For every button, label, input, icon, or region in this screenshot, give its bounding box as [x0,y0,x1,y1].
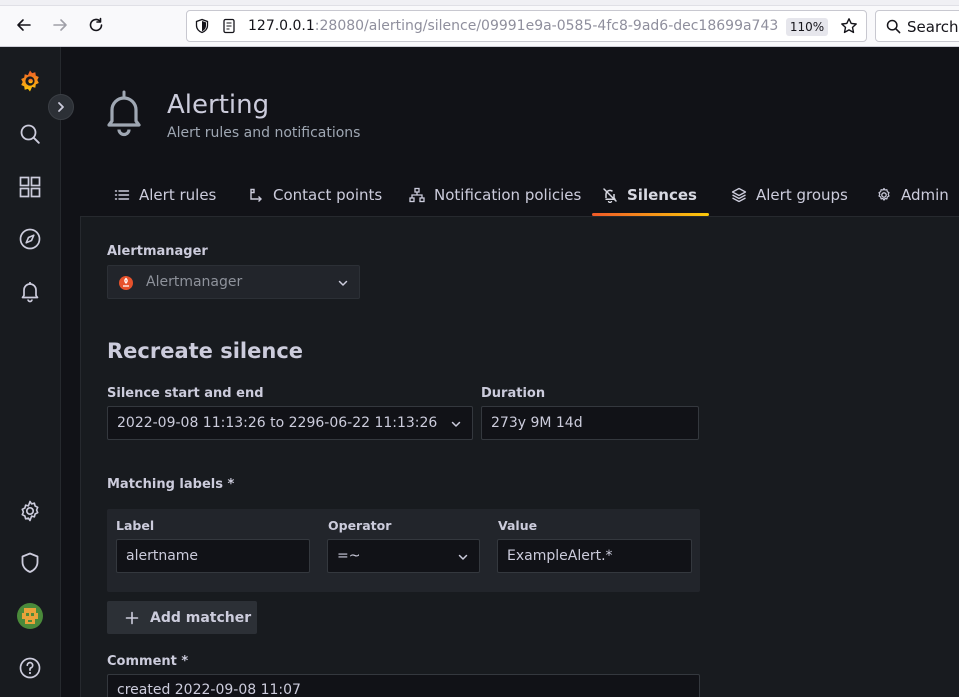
forward-arrow-icon [53,19,67,31]
reload-icon [89,17,103,32]
alerting-bell-icon [21,282,39,303]
bookmark-star-icon[interactable] [840,17,858,35]
tracking-shield-icon[interactable] [194,18,210,34]
start-end-label: Silence start and end [107,386,264,401]
matcher-value-input[interactable]: ExampleAlert.* [497,539,692,573]
zoom-level-badge[interactable]: 110% [786,18,828,36]
tab-silences[interactable]: Silences [592,179,709,216]
comment-value: created 2022-09-08 11:07 [117,682,301,697]
search-label: Search [907,18,959,36]
tab-label: Alert groups [756,185,848,204]
plus-icon [125,611,139,624]
back-arrow-icon [17,19,31,31]
dashboards-icon [19,176,41,198]
tab-notification-policies[interactable]: Notification policies [399,179,593,216]
configuration-menu-item[interactable] [18,499,42,523]
tab-label: Notification policies [434,185,582,204]
alertmanager-label: Alertmanager [107,244,208,259]
matcher-row: Label Operator Value alertname =~ Exampl… [107,509,700,592]
alertmanager-select[interactable]: Alertmanager [107,265,360,299]
explore-compass-icon [19,228,41,250]
matcher-operator-value: =~ [337,548,361,564]
alerting-tabs: Alert rules Contact points Notification … [80,179,959,217]
matcher-label-input[interactable]: alertname [116,539,310,573]
matcher-value-header: Value [498,518,538,533]
search-icon [20,124,40,144]
url-host: 127.0.0.1 [248,18,315,34]
url-text[interactable]: 127.0.0.1:28080/alerting/silence/09991e9… [248,18,778,34]
shield-icon [21,552,39,573]
chevron-right-icon [58,102,64,112]
url-path: :28080/alerting/silence/09991e9a-0585-4f… [314,18,778,34]
grafana-home-link[interactable] [18,69,42,93]
layers-icon [731,187,747,202]
explore-menu-item[interactable] [18,227,42,251]
list-icon [114,189,130,200]
sitemap-icon [409,187,425,202]
duration-input[interactable]: 273y 9M 14d [481,406,699,440]
comment-label: Comment * [107,654,189,669]
section-title: Recreate silence [107,339,304,363]
forward-button[interactable] [48,13,72,37]
matcher-operator-select[interactable]: =~ [327,539,480,573]
add-matcher-button[interactable]: Add matcher [107,601,257,634]
duration-value: 273y 9M 14d [491,415,583,431]
search-icon [886,19,901,34]
chevron-down-icon [451,421,461,427]
tab-label: Alert rules [139,185,217,204]
matcher-label-header: Label [116,518,155,533]
matcher-operator-header: Operator [328,518,392,533]
page-info-icon[interactable] [221,18,237,34]
browser-search-box[interactable]: Search [875,10,959,42]
duration-label: Duration [481,386,546,401]
help-icon [19,657,41,679]
tab-label: Contact points [273,185,383,204]
start-end-value: 2022-09-08 11:13:26 to 2296-06-22 11:13:… [117,415,438,431]
matcher-label-value: alertname [126,548,199,564]
matching-labels-label: Matching labels * [107,477,235,492]
tab-contact-points[interactable]: Contact points [238,179,394,216]
side-menu [0,47,61,697]
browser-toolbar: 127.0.0.1:28080/alerting/silence/09991e9… [0,0,959,47]
tab-strip [0,0,959,6]
start-end-picker[interactable]: 2022-09-08 11:13:26 to 2296-06-22 11:13:… [107,406,473,440]
page-title: Alerting [167,90,270,120]
page-subtitle: Alert rules and notifications [167,125,361,141]
search-menu-item[interactable] [18,122,42,146]
tab-label: Admin [901,185,949,204]
contact-points-icon [250,188,262,202]
tab-alert-rules[interactable]: Alert rules [104,179,228,216]
user-avatar[interactable] [17,603,43,629]
tab-label: Silences [627,185,697,204]
chevron-down-icon [338,280,348,286]
server-admin-menu-item[interactable] [18,551,42,575]
silence-editor: Alertmanager Alertmanager Recreate silen… [80,217,959,697]
alertmanager-select-value: Alertmanager [146,274,243,290]
alerting-bell-icon [107,90,141,137]
settings-gear-icon [21,500,39,522]
reload-button[interactable] [84,13,108,37]
page-header: Alerting Alert rules and notifications A… [62,47,959,217]
tab-alert-groups[interactable]: Alert groups [721,179,860,216]
add-matcher-label: Add matcher [150,609,252,626]
alertmanager-logo-icon [119,276,133,290]
alerting-menu-item[interactable] [18,279,42,303]
cog-icon [878,187,890,201]
avatar-identicon [17,603,43,629]
tab-admin[interactable]: Admin [866,179,959,216]
help-menu-item[interactable] [18,656,42,680]
url-bar[interactable]: 127.0.0.1:28080/alerting/silence/09991e9… [186,10,867,42]
chevron-down-icon [458,554,468,560]
bell-slash-icon [603,187,617,203]
comment-textarea[interactable]: created 2022-09-08 11:07 [107,674,700,697]
dashboards-menu-item[interactable] [18,175,42,199]
grafana-logo-icon [21,70,39,92]
matcher-value-value: ExampleAlert.* [507,548,613,564]
back-button[interactable] [12,13,36,37]
expand-menu-button[interactable] [48,94,74,120]
